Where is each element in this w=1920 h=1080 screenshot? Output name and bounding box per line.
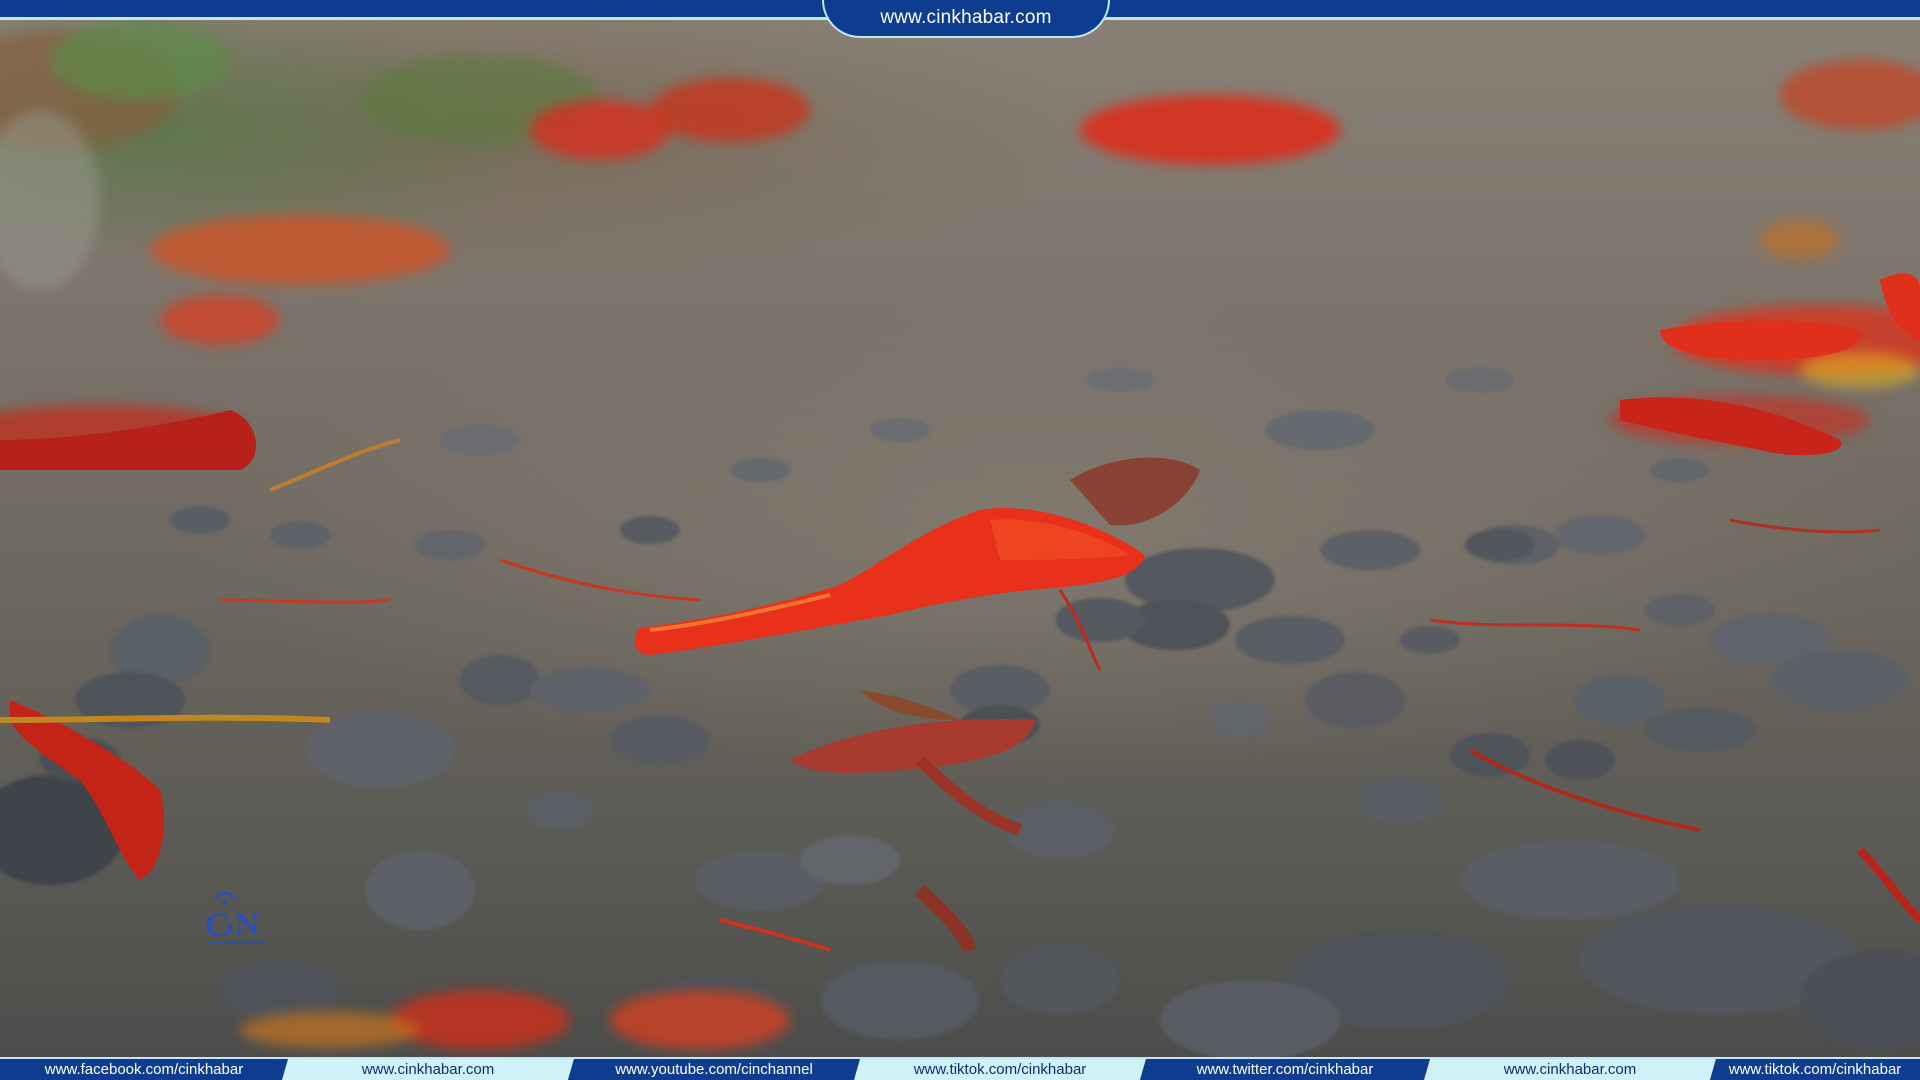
top-site-tab[interactable]: www.cinkhabar.com	[822, 0, 1110, 38]
svg-text:C: C	[205, 907, 230, 944]
footer-link-tiktok-2[interactable]: www.tiktok.com/cinkhabar	[1710, 1059, 1920, 1080]
footer-link-label[interactable]: www.facebook.com/cinkhabar	[45, 1061, 243, 1078]
footer-link-website[interactable]: www.cinkhabar.com	[282, 1059, 574, 1080]
bottom-social-bar: www.facebook.com/cinkhabar www.cinkhabar…	[0, 1057, 1920, 1080]
footer-link-tiktok[interactable]: www.tiktok.com/cinkhabar	[854, 1059, 1146, 1080]
background-blurred-foliage	[0, 20, 1920, 455]
footer-link-label[interactable]: www.youtube.com/cinchannel	[615, 1061, 813, 1078]
footer-link-youtube[interactable]: www.youtube.com/cinchannel	[568, 1059, 860, 1080]
svg-text:N: N	[235, 907, 260, 944]
footer-link-label[interactable]: www.cinkhabar.com	[1504, 1061, 1637, 1078]
footer-link-twitter[interactable]: www.twitter.com/cinkhabar	[1140, 1059, 1430, 1080]
footer-link-label[interactable]: www.twitter.com/cinkhabar	[1197, 1061, 1374, 1078]
photo-gravel-with-fallen-petals	[0, 0, 1920, 1080]
footer-link-website-2[interactable]: www.cinkhabar.com	[1424, 1059, 1716, 1080]
svg-text:ı: ı	[227, 914, 233, 939]
footer-link-label[interactable]: www.tiktok.com/cinkhabar	[1729, 1061, 1902, 1078]
photo-scene	[0, 20, 1920, 1060]
gravel-stones	[0, 368, 1920, 1060]
footer-link-label[interactable]: www.cinkhabar.com	[362, 1061, 495, 1078]
footer-link-facebook[interactable]: www.facebook.com/cinkhabar	[0, 1059, 288, 1080]
cin-logo-icon: C ı N	[203, 890, 271, 946]
footer-link-label[interactable]: www.tiktok.com/cinkhabar	[914, 1061, 1087, 1078]
top-site-url[interactable]: www.cinkhabar.com	[880, 7, 1051, 29]
